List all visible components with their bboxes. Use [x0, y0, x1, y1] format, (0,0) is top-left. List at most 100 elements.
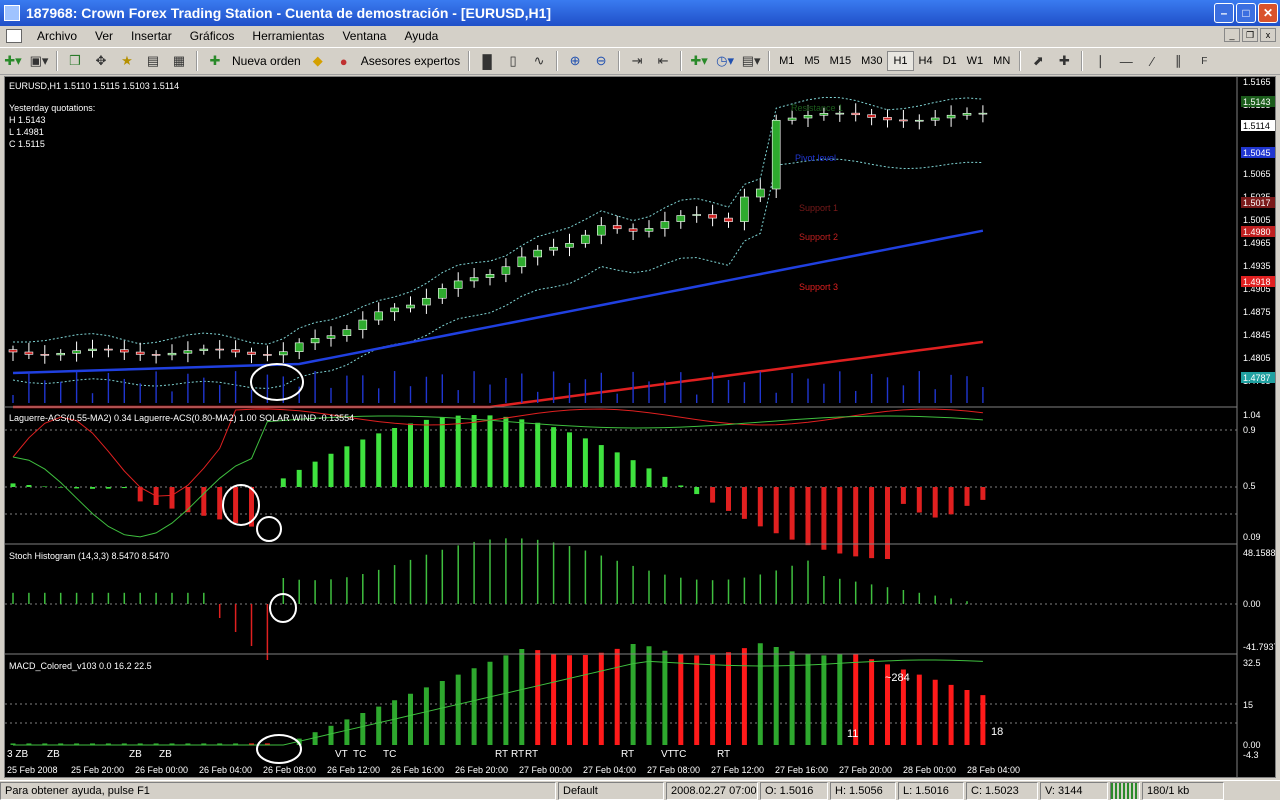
chart-canvas[interactable]: EURUSD,H1 1.5110 1.5115 1.5103 1.5114 Ye… [5, 77, 1275, 777]
bull-candle [183, 350, 193, 354]
chart-shift-icon[interactable]: ⇤ [652, 50, 674, 72]
bear-candle [628, 228, 638, 232]
bull-candle [660, 221, 670, 229]
bull-candle [596, 225, 606, 236]
tf-m30[interactable]: M30 [856, 51, 887, 71]
time-label: 26 Feb 00:00 [135, 765, 188, 775]
bar-chart-icon[interactable]: █ [476, 50, 498, 72]
price-tick: 1.5005 [1243, 215, 1271, 225]
bull-candle [946, 114, 956, 119]
experts-icon[interactable]: ● [333, 50, 355, 72]
bull-candle [310, 338, 320, 344]
time-label: 25 Feb 2008 [7, 765, 58, 775]
bull-candle [819, 113, 829, 116]
time-label: 27 Feb 16:00 [775, 765, 828, 775]
bear-candle [724, 217, 733, 222]
mdi-minimize-button[interactable]: _ [1224, 28, 1240, 42]
bull-candle [294, 342, 304, 352]
status-bar: Para obtener ayuda, pulse F1 Default 200… [0, 780, 1280, 800]
bull-candle [453, 280, 463, 289]
periods-icon[interactable]: ◷▾ [714, 50, 736, 72]
terminal-icon[interactable]: ▤ [142, 50, 164, 72]
new-order-button[interactable]: Nueva orden [228, 54, 305, 68]
bull-candle [342, 329, 352, 336]
bull-candle [374, 311, 384, 321]
status-profile: Default [558, 781, 664, 800]
tf-mn[interactable]: MN [988, 51, 1015, 71]
chart-window[interactable]: EURUSD,H1 1.5110 1.5115 1.5103 1.5114 Ye… [4, 76, 1276, 778]
zoom-out-icon[interactable]: ⊖ [590, 50, 612, 72]
indicators-icon[interactable]: ✚▾ [688, 50, 710, 72]
bear-candle [40, 354, 50, 356]
profiles-icon[interactable]: ▣▾ [28, 50, 50, 72]
ma-red [13, 340, 984, 409]
fibonacci-icon[interactable]: F [1193, 50, 1215, 72]
macd-marker: RT [717, 749, 730, 760]
bull-candle [644, 228, 654, 232]
bull-candle [565, 243, 574, 248]
cursor-icon[interactable]: ⬈ [1027, 50, 1049, 72]
mdi-restore-button[interactable]: ❐ [1242, 28, 1258, 42]
tf-m15[interactable]: M15 [825, 51, 856, 71]
tf-m5[interactable]: M5 [799, 51, 824, 71]
tf-m1[interactable]: M1 [774, 51, 799, 71]
new-chart-icon[interactable]: ✚▾ [2, 50, 24, 72]
document-icon[interactable] [6, 29, 22, 43]
bull-candle [390, 307, 399, 313]
support2-label: Support 2 [799, 232, 838, 242]
bull-candle [914, 119, 924, 122]
price-tick: 1.5065 [1243, 169, 1271, 179]
tf-d1[interactable]: D1 [938, 51, 962, 71]
crosshair-icon[interactable]: ✚ [1053, 50, 1075, 72]
status-high: H: 1.5056 [830, 781, 896, 800]
templates-icon[interactable]: ▤▾ [740, 50, 762, 72]
bull-candle [835, 112, 845, 115]
bull-candle [962, 113, 972, 116]
bear-candle [135, 351, 145, 355]
menu-ver[interactable]: Ver [86, 29, 122, 43]
menu-insertar[interactable]: Insertar [122, 29, 181, 43]
price-badge-label: 1.5114 [1243, 121, 1270, 131]
zoom-in-icon[interactable]: ⊕ [564, 50, 586, 72]
navigator-icon[interactable]: ★ [116, 50, 138, 72]
line-chart-icon[interactable]: ∿ [528, 50, 550, 72]
tester-icon[interactable]: ▦ [168, 50, 190, 72]
mdi-close-button[interactable]: x [1260, 28, 1276, 42]
indicator-tick: 0.00 [1243, 599, 1261, 609]
price-badge-label: 1.4787 [1243, 373, 1271, 383]
menu-ayuda[interactable]: Ayuda [395, 29, 447, 43]
bull-candle [469, 277, 479, 282]
maximize-button[interactable]: □ [1236, 3, 1256, 23]
bull-candle [422, 297, 431, 306]
data-window-icon[interactable]: ✥ [90, 50, 112, 72]
time-label: 27 Feb 20:00 [839, 765, 892, 775]
menu-herramientas[interactable]: Herramientas [243, 29, 333, 43]
menu-archivo[interactable]: Archivo [28, 29, 86, 43]
experts-button[interactable]: Asesores expertos [357, 54, 464, 68]
tf-h4[interactable]: H4 [914, 51, 938, 71]
menu-graficos[interactable]: Gráficos [181, 29, 244, 43]
close-button[interactable]: ✕ [1258, 3, 1278, 23]
vertical-line-icon[interactable]: ❘ [1089, 50, 1111, 72]
market-watch-icon[interactable]: ❒ [64, 50, 86, 72]
minimize-button[interactable]: – [1214, 3, 1234, 23]
horizontal-line-icon[interactable]: — [1115, 50, 1137, 72]
macd-marker: TC [383, 749, 396, 760]
bear-candle [867, 114, 876, 118]
new-order-icon[interactable]: ✚ [204, 50, 226, 72]
bear-candle [883, 117, 892, 121]
time-label: 26 Feb 20:00 [455, 765, 508, 775]
tf-h1[interactable]: H1 [887, 51, 914, 71]
metaeditor-icon[interactable]: ◆ [307, 50, 329, 72]
autoscroll-icon[interactable]: ⇥ [626, 50, 648, 72]
candle-chart-icon[interactable]: ▯ [502, 50, 524, 72]
trendline-icon[interactable]: ∕ [1141, 50, 1163, 72]
macd-marker: VT [335, 749, 348, 760]
tf-w1[interactable]: W1 [962, 51, 989, 71]
menu-ventana[interactable]: Ventana [333, 29, 395, 43]
traffic-meter [1110, 781, 1140, 800]
highlight-circle [256, 734, 302, 764]
bull-candle [167, 352, 177, 356]
status-help: Para obtener ayuda, pulse F1 [0, 781, 556, 800]
channel-icon[interactable]: ∥ [1167, 50, 1189, 72]
